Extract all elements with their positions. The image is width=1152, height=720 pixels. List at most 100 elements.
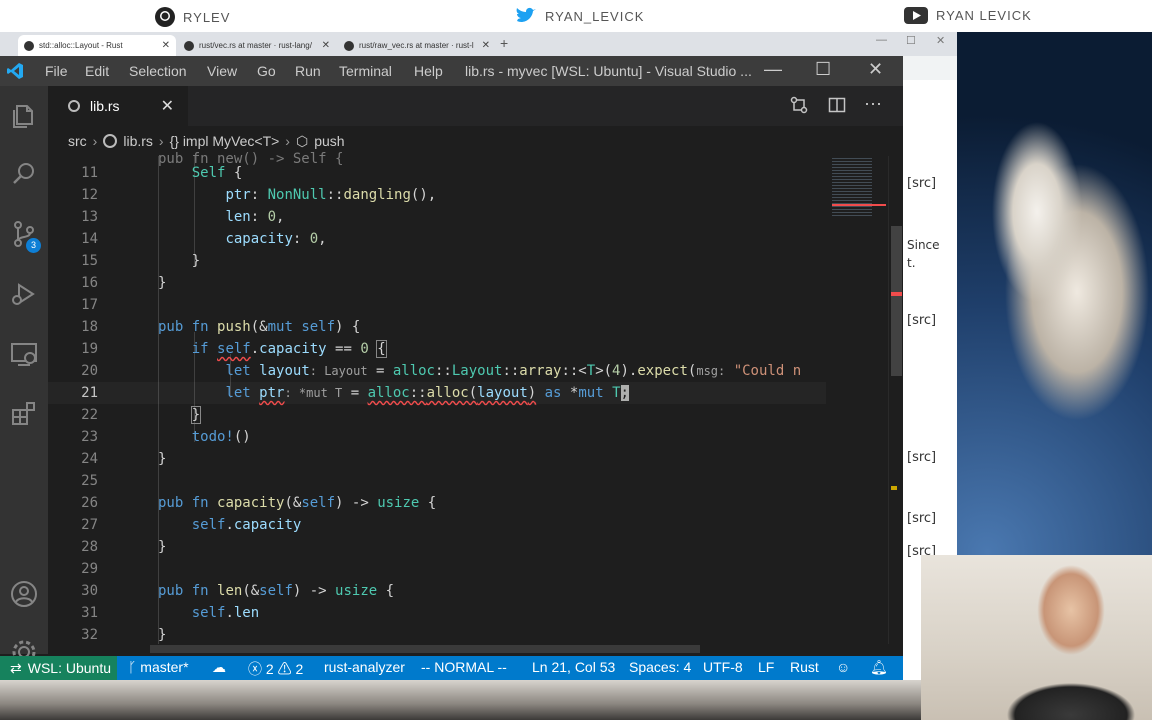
menu-run[interactable]: Run — [295, 63, 321, 79]
src-link[interactable]: [src] — [907, 450, 936, 465]
code-line: 24} — [48, 448, 826, 470]
src-link[interactable]: [src] — [907, 511, 936, 526]
code-line: 18 pub fn push(&mut self) { — [48, 316, 826, 338]
breadcrumb-file[interactable]: lib.rs — [123, 133, 153, 149]
src-link[interactable]: [src] — [907, 176, 936, 191]
github-icon — [184, 40, 194, 51]
browser-tab-vec[interactable]: rust/vec.rs at master · rust-lang/ ✕ — [178, 35, 336, 56]
stream-banner: RYLEV RYAN_LEVICK RYAN LEVICK — [0, 0, 1152, 32]
branch-label: master* — [140, 659, 189, 675]
rust-analyzer-status[interactable]: rust-analyzer — [324, 659, 405, 675]
compare-changes-icon[interactable] — [790, 96, 808, 114]
problems-status[interactable]: ⓧ 2 ⚠ 2 — [248, 659, 303, 679]
breadcrumb-method[interactable]: push — [314, 133, 344, 149]
browser-tabstrip: std::alloc::Layout - Rust ✕ rust/vec.rs … — [0, 32, 957, 56]
menu-go[interactable]: Go — [257, 63, 276, 79]
chevron-right-icon: › — [158, 133, 164, 149]
line-number: 25 — [81, 473, 98, 489]
line-number: 24 — [81, 451, 98, 467]
line-number: 17 — [81, 297, 98, 313]
line-number: 21 — [81, 385, 98, 401]
code-line: 14 capacity: 0, — [48, 228, 826, 250]
close-icon[interactable]: ✕ — [161, 96, 174, 116]
github-icon — [155, 7, 175, 27]
inlay-type-hint: : Layout — [309, 364, 368, 378]
github-handle: RYLEV — [155, 7, 230, 27]
remote-explorer-icon[interactable] — [8, 338, 40, 370]
line-number: 20 — [81, 363, 98, 379]
minimap[interactable] — [826, 156, 888, 644]
search-icon[interactable] — [8, 158, 40, 190]
vscode-window: File Edit Selection View Go Run Terminal… — [0, 56, 903, 680]
browser-tab-layout[interactable]: std::alloc::Layout - Rust ✕ — [18, 35, 176, 56]
menu-terminal[interactable]: Terminal — [339, 63, 392, 79]
language-mode[interactable]: Rust — [790, 659, 819, 675]
close-icon[interactable]: ✕ — [868, 59, 883, 80]
vertical-scrollbar[interactable] — [888, 156, 903, 644]
feedback-icon[interactable]: ☺ — [836, 659, 850, 675]
bell-icon[interactable]: 🔔︎ — [870, 659, 888, 676]
line-number: 22 — [81, 407, 98, 423]
close-icon[interactable]: ✕ — [936, 34, 945, 47]
close-icon[interactable]: ✕ — [162, 40, 170, 51]
code-editor[interactable]: pub fn new() -> Self { 11 Self { 12 ptr:… — [48, 151, 826, 644]
extensions-icon[interactable] — [8, 398, 40, 430]
menu-selection[interactable]: Selection — [129, 63, 187, 79]
code-line: 23 todo!() — [48, 426, 826, 448]
minimize-icon[interactable]: — — [876, 34, 887, 46]
code-line: 27 self.capacity — [48, 514, 826, 536]
branch-status[interactable]: ᚴ master* — [128, 659, 189, 675]
menu-view[interactable]: View — [207, 63, 237, 79]
github-icon — [344, 40, 354, 51]
code-line: 12 ptr: NonNull::dangling(), — [48, 184, 826, 206]
sync-icon[interactable]: ☁ — [212, 659, 226, 676]
code-line-current: 21 let ptr: *mut T = alloc::alloc(layout… — [48, 382, 826, 404]
code-line: 25 — [48, 470, 826, 492]
explorer-icon[interactable] — [8, 100, 40, 132]
close-icon[interactable]: ✕ — [482, 40, 490, 51]
minimize-icon[interactable]: — — [764, 59, 782, 80]
code-line: 30 pub fn len(&self) -> usize { — [48, 580, 826, 602]
breadcrumb-impl[interactable]: {} impl MyVec<T> — [170, 133, 280, 149]
remote-indicator[interactable]: ⇄ WSL: Ubuntu — [0, 656, 117, 680]
split-editor-icon[interactable] — [828, 96, 846, 114]
encoding[interactable]: UTF-8 — [703, 659, 743, 675]
maximize-icon[interactable]: ☐ — [906, 34, 916, 47]
code-line: 16} — [48, 272, 826, 294]
code-line: 29 — [48, 558, 826, 580]
horizontal-scrollbar[interactable] — [150, 645, 700, 653]
docs-page-edge: [src] Since t. [src] [src] [src] [src] — [900, 80, 958, 560]
twitter-handle: RYAN_LEVICK — [515, 7, 644, 25]
browser-tab-raw-vec[interactable]: rust/raw_vec.rs at master · rust-l ✕ — [338, 35, 496, 56]
string-literal: "Could n — [733, 363, 802, 379]
remote-label: WSL: Ubuntu — [27, 660, 111, 676]
more-actions-icon[interactable]: ⋯ — [864, 94, 882, 115]
rust-file-icon — [103, 134, 118, 148]
scroll-thumb[interactable] — [891, 226, 902, 376]
inlay-type-hint: : *mut T — [284, 386, 343, 400]
end-of-line[interactable]: LF — [758, 659, 774, 675]
new-tab-icon[interactable]: + — [500, 35, 508, 51]
menu-file[interactable]: File — [45, 63, 68, 79]
cursor-position[interactable]: Ln 21, Col 53 — [532, 659, 615, 675]
breadcrumb-src[interactable]: src — [68, 133, 87, 149]
inlay-param-hint: msg: — [696, 364, 726, 378]
maximize-icon[interactable]: ☐ — [815, 59, 831, 80]
method-icon: ⬡ — [295, 132, 309, 149]
line-number: 30 — [81, 583, 98, 599]
vscode-logo-icon — [7, 63, 23, 79]
chevron-right-icon: › — [92, 133, 98, 149]
tab-lib-rs[interactable]: lib.rs ✕ — [48, 86, 188, 126]
run-debug-icon[interactable] — [8, 278, 40, 310]
menu-help[interactable]: Help — [414, 63, 443, 79]
menu-edit[interactable]: Edit — [85, 63, 109, 79]
account-icon[interactable] — [8, 578, 40, 610]
close-icon[interactable]: ✕ — [322, 40, 330, 51]
youtube-handle: RYAN LEVICK — [904, 7, 1032, 24]
line-number: 32 — [81, 627, 98, 643]
indentation[interactable]: Spaces: 4 — [629, 659, 691, 675]
twitter-label: RYAN_LEVICK — [545, 8, 645, 24]
line-number: 23 — [81, 429, 98, 445]
src-link[interactable]: [src] — [907, 313, 936, 328]
error-count: 2 — [265, 661, 274, 677]
